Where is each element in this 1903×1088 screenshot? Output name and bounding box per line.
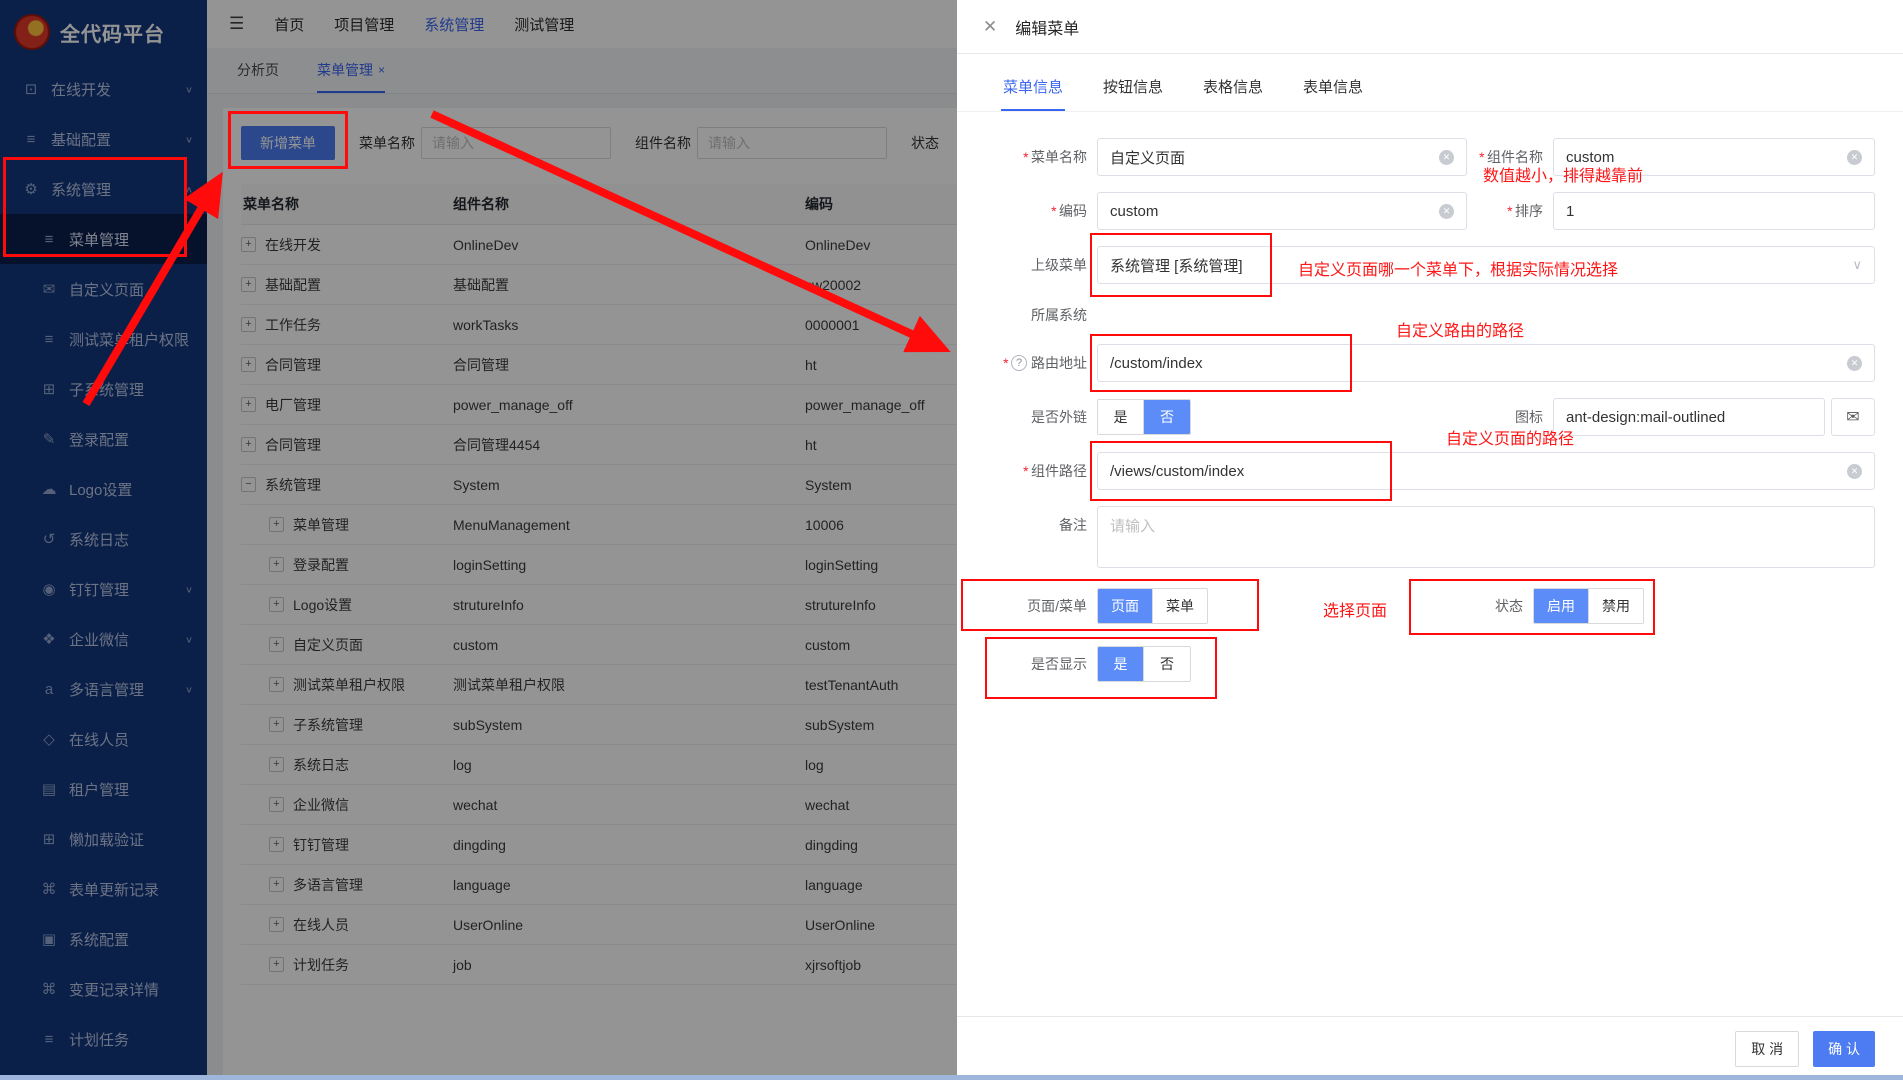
form-row-visible: 是否显示 是否 bbox=[1001, 646, 1875, 682]
segment-option[interactable]: 页面 bbox=[1098, 589, 1153, 623]
cancel-button[interactable]: 取 消 bbox=[1735, 1031, 1799, 1067]
visible-label: 是否显示 bbox=[1001, 654, 1097, 674]
form-row-name: *菜单名称 自定义页面✕ *组件名称 custom✕ bbox=[1001, 138, 1875, 176]
clear-icon[interactable]: ✕ bbox=[1847, 150, 1862, 165]
segment-option[interactable]: 否 bbox=[1144, 400, 1190, 434]
clear-icon[interactable]: ✕ bbox=[1847, 356, 1862, 371]
icon-input[interactable]: ant-design:mail-outlined bbox=[1553, 398, 1825, 436]
annotation-page-tip: 选择页面 bbox=[1323, 597, 1387, 621]
clear-icon[interactable]: ✕ bbox=[1439, 150, 1454, 165]
annotation-sort-tip: 数值越小，排得越靠前 bbox=[1483, 162, 1643, 186]
code-label: *编码 bbox=[1001, 201, 1097, 221]
form-row-route: *?路由地址 /custom/index ✕ 自定义路由的路径 bbox=[1001, 344, 1875, 382]
parent-menu-select[interactable]: 系统管理 [系统管理] ∨ 自定义页面哪一个菜单下，根据实际情况选择 bbox=[1097, 246, 1875, 284]
component-path-label: *组件路径 bbox=[1001, 461, 1097, 481]
page-menu-label: 页面/菜单 bbox=[1001, 596, 1097, 616]
form-row-remark: 备注 请输入 bbox=[1001, 506, 1875, 568]
drawer-tab[interactable]: 菜单信息 bbox=[1001, 62, 1065, 111]
segment-option[interactable]: 禁用 bbox=[1589, 589, 1643, 623]
external-link-label: 是否外链 bbox=[1001, 407, 1097, 427]
mail-icon[interactable]: ✉ bbox=[1831, 398, 1875, 436]
status-label: 状态 bbox=[1463, 596, 1533, 616]
page-menu-segmented[interactable]: 页面菜单 bbox=[1097, 588, 1208, 624]
icon-field-label: 图标 bbox=[1467, 407, 1553, 427]
code-input[interactable]: custom✕ bbox=[1097, 192, 1467, 230]
drawer-tab[interactable]: 表格信息 bbox=[1201, 62, 1265, 111]
form-row-parent-menu: 上级菜单 系统管理 [系统管理] ∨ 自定义页面哪一个菜单下，根据实际情况选择 bbox=[1001, 246, 1875, 284]
form-row-component-path: *组件路径 /views/custom/index ✕ 自定义页面的路径 bbox=[1001, 452, 1875, 490]
segment-option[interactable]: 否 bbox=[1144, 647, 1190, 681]
drawer-footer: 取 消 确 认 bbox=[957, 1016, 1903, 1080]
route-label: *?路由地址 bbox=[1001, 353, 1097, 373]
drawer-tab[interactable]: 表单信息 bbox=[1301, 62, 1365, 111]
segment-option[interactable]: 是 bbox=[1098, 400, 1144, 434]
edit-menu-drawer: ✕ 编辑菜单 菜单信息按钮信息表格信息表单信息 *菜单名称 自定义页面✕ *组件… bbox=[957, 0, 1903, 1080]
required-marker: * bbox=[1023, 149, 1028, 165]
segment-option[interactable]: 菜单 bbox=[1153, 589, 1207, 623]
annotation-route-tip: 自定义路由的路径 bbox=[1396, 317, 1524, 341]
form-row-page-menu: 页面/菜单 页面菜单 选择页面 状态 启用禁用 bbox=[1001, 588, 1875, 624]
visible-segmented[interactable]: 是否 bbox=[1097, 646, 1191, 682]
system-label: 所属系统 bbox=[1001, 305, 1097, 325]
drawer-form: *菜单名称 自定义页面✕ *组件名称 custom✕ *编码 custom✕ *… bbox=[957, 112, 1903, 1016]
menu-name-label: *菜单名称 bbox=[1001, 147, 1097, 167]
drawer-tabs: 菜单信息按钮信息表格信息表单信息 bbox=[957, 62, 1903, 112]
sort-label: *排序 bbox=[1467, 201, 1553, 221]
annotation-path-tip: 自定义页面的路径 bbox=[1446, 425, 1574, 449]
chevron-down-icon: ∨ bbox=[1852, 257, 1862, 273]
segment-option[interactable]: 启用 bbox=[1534, 589, 1589, 623]
menu-name-input[interactable]: 自定义页面✕ bbox=[1097, 138, 1467, 176]
close-icon[interactable]: ✕ bbox=[983, 17, 997, 37]
form-row-code: *编码 custom✕ *排序 1 数值越小，排得越靠前 bbox=[1001, 192, 1875, 230]
sort-input[interactable]: 1 bbox=[1553, 192, 1875, 230]
route-input[interactable]: /custom/index ✕ 自定义路由的路径 bbox=[1097, 344, 1875, 382]
remark-label: 备注 bbox=[1001, 506, 1097, 535]
drawer-tab[interactable]: 按钮信息 bbox=[1101, 62, 1165, 111]
form-row-external: 是否外链 是否 图标 ant-design:mail-outlined ✉ bbox=[1001, 398, 1875, 436]
confirm-button[interactable]: 确 认 bbox=[1813, 1031, 1875, 1067]
status-segmented[interactable]: 启用禁用 bbox=[1533, 588, 1644, 624]
component-path-input[interactable]: /views/custom/index ✕ 自定义页面的路径 bbox=[1097, 452, 1875, 490]
segment-option[interactable]: 是 bbox=[1098, 647, 1144, 681]
status-group: 状态 启用禁用 bbox=[1463, 588, 1644, 624]
remark-textarea[interactable]: 请输入 bbox=[1097, 506, 1875, 568]
clear-icon[interactable]: ✕ bbox=[1439, 204, 1454, 219]
clear-icon[interactable]: ✕ bbox=[1847, 464, 1862, 479]
parent-menu-label: 上级菜单 bbox=[1001, 255, 1097, 275]
external-link-segmented[interactable]: 是否 bbox=[1097, 399, 1191, 435]
drawer-header: ✕ 编辑菜单 bbox=[957, 0, 1903, 54]
question-circle-icon: ? bbox=[1011, 355, 1027, 371]
drawer-title: 编辑菜单 bbox=[1015, 15, 1079, 39]
window-bottom-strip bbox=[0, 1075, 1903, 1080]
annotation-parent-tip: 自定义页面哪一个菜单下，根据实际情况选择 bbox=[1298, 256, 1618, 280]
